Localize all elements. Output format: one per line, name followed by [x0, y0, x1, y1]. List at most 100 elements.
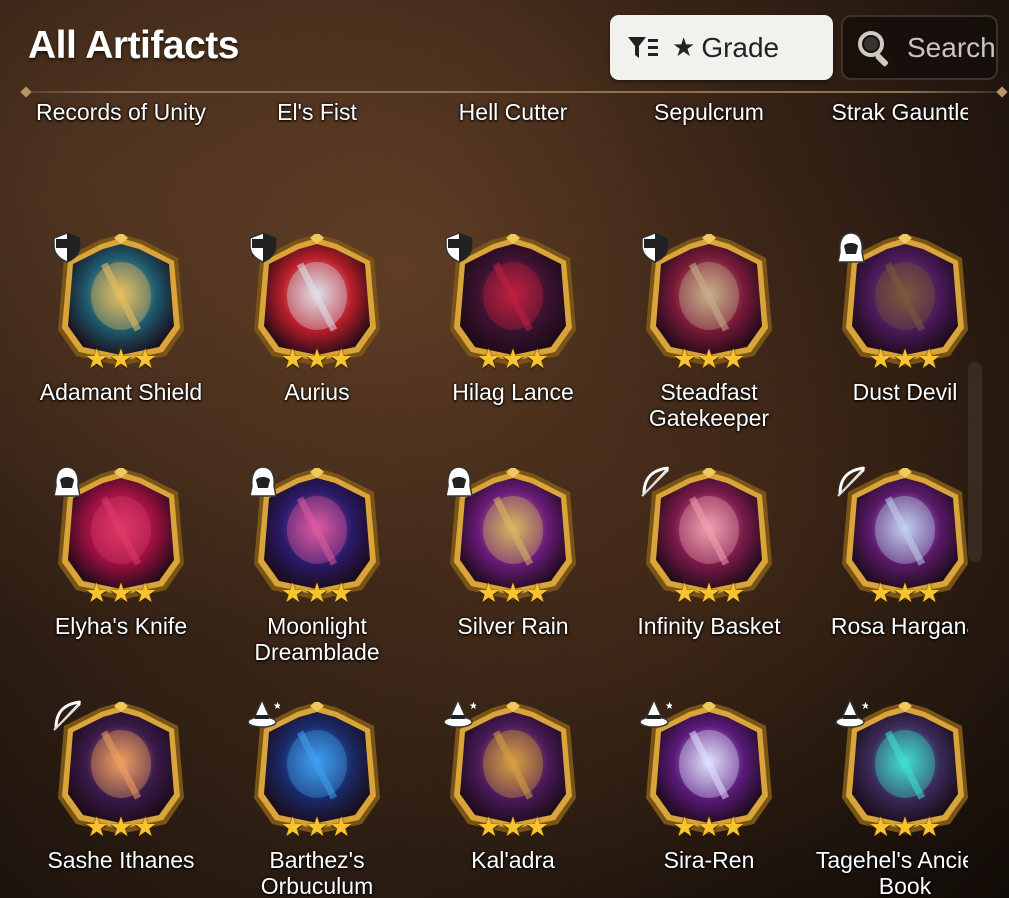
artifact-card[interactable]: ★★★El's Fist — [219, 94, 415, 164]
hooded-thief-class-icon — [246, 464, 280, 498]
artifact-card[interactable]: ★ ★ ★ Dust Devil — [807, 232, 968, 444]
magnifier-icon — [858, 30, 889, 66]
artifact-portrait: ★ ★ ★ — [53, 700, 186, 842]
artifact-card[interactable]: ★ ★ ★ Aurius — [219, 232, 415, 444]
artifact-name: Records of Unity — [35, 99, 206, 125]
artifact-name: Sepulcrum — [654, 99, 764, 125]
star-icon: ★ — [133, 578, 158, 608]
star-icon: ★ — [108, 812, 134, 842]
artifact-name: Dust Devil — [852, 379, 958, 405]
star-icon: ★ — [280, 578, 305, 608]
shield-class-icon — [246, 230, 280, 264]
artifact-name: El's Fist — [277, 99, 357, 125]
star-rating: ★ ★ ★ — [669, 578, 749, 608]
artifact-card[interactable]: ★ ★ ★ ★ Sira-Ren — [611, 698, 807, 898]
star-icon: ★ — [868, 812, 893, 842]
artifact-name: Strak Gauntlet — [831, 99, 968, 125]
artifact-portrait: ★ ★ ★ — [53, 466, 186, 608]
sort-grade-label: Grade — [701, 31, 780, 63]
artifact-name: Hilag Lance — [452, 379, 574, 405]
hooded-thief-class-icon — [834, 230, 868, 264]
svg-text:★: ★ — [273, 701, 280, 712]
star-icon: ★ — [329, 812, 354, 842]
star-icon: ★ — [892, 344, 918, 374]
artifact-portrait: ★ ★ ★ — [837, 466, 968, 608]
artifact-name: Sira-Ren — [663, 847, 755, 873]
star-icon: ★ — [696, 578, 722, 608]
artifact-card[interactable]: ★★★Strak Gauntlet — [807, 94, 968, 164]
artifact-portrait: ★ ★ ★ — [641, 232, 774, 374]
artifact-card[interactable]: ★ ★ ★ ★ Barthez's Orbuculum — [219, 698, 415, 898]
artifact-card[interactable]: ★ ★ ★ Silver Rain — [415, 466, 611, 678]
artifact-card[interactable]: ★ ★ ★ Sashe Ithanes — [23, 700, 219, 898]
artifact-portrait: ★ ★ ★ — [837, 232, 968, 374]
svg-text:★: ★ — [861, 701, 868, 712]
star-rating: ★ ★ ★ — [669, 812, 749, 842]
search-label: Search — [907, 31, 996, 63]
star-icon: ★ — [672, 32, 696, 62]
wizard-hat-mage-class-icon: ★ — [442, 698, 478, 732]
artifact-name: Silver Rain — [457, 613, 569, 639]
artifact-name: Adamant Shield — [39, 379, 203, 405]
shield-class-icon — [50, 230, 84, 264]
artifact-card[interactable]: ★★★Sepulcrum — [611, 94, 807, 164]
artifact-card[interactable]: ★ ★ ★ ★ Kal'adra — [415, 698, 611, 898]
star-rating: ★ ★ ★ — [473, 578, 553, 608]
artifact-grid: ★★★Records of Unity★★★El's Fist★★★Hell C… — [0, 94, 968, 898]
star-icon: ★ — [696, 344, 722, 374]
star-icon: ★ — [476, 578, 501, 608]
artifact-name: Kal'adra — [471, 847, 555, 873]
artifact-card[interactable]: ★ ★ ★ Infinity Basket — [611, 466, 807, 678]
hooded-thief-class-icon — [442, 464, 476, 498]
star-icon: ★ — [329, 344, 354, 374]
artifact-card[interactable]: ★ ★ ★ Rosa Hargana — [807, 466, 968, 678]
artifact-portrait: ★ ★ ★ ★ — [639, 698, 774, 842]
star-rating: ★ ★ ★ — [277, 344, 357, 374]
artifact-card[interactable]: ★ ★ ★ Steadfast Gatekeeper — [611, 232, 807, 444]
star-icon: ★ — [280, 344, 305, 374]
star-icon: ★ — [917, 578, 942, 608]
artifact-card[interactable]: ★ ★ ★ Hilag Lance — [415, 232, 611, 444]
star-icon: ★ — [672, 578, 697, 608]
artifact-name: Aurius — [284, 379, 350, 405]
star-icon: ★ — [721, 578, 746, 608]
star-rating: ★ ★ ★ — [277, 812, 357, 842]
artifact-portrait: ★ ★ ★ ★ — [247, 698, 382, 842]
star-icon: ★ — [917, 344, 942, 374]
hooded-thief-class-icon — [50, 464, 84, 498]
star-icon: ★ — [84, 578, 109, 608]
artifact-name: Tagehel's Ancient Book — [815, 847, 968, 898]
star-icon: ★ — [868, 578, 893, 608]
star-icon: ★ — [892, 812, 918, 842]
star-icon: ★ — [525, 578, 550, 608]
filter-sort-icon — [628, 36, 658, 58]
star-icon: ★ — [476, 812, 501, 842]
artifact-card[interactable]: ★★★★Tagehel's Ancient Book — [807, 698, 968, 898]
artifact-card[interactable]: ★ ★ ★ Elyha's Knife — [23, 466, 219, 678]
artifact-card[interactable]: ★ ★ ★ Moonlight Dreamblade — [219, 466, 415, 678]
star-rating: ★ ★ ★ — [81, 812, 161, 842]
star-rating: ★ ★ ★ — [473, 344, 553, 374]
artifact-card[interactable]: ★ ★ ★ Adamant Shield — [23, 232, 219, 444]
star-icon: ★ — [525, 344, 550, 374]
artifact-portrait: ★ ★ ★ — [249, 232, 382, 374]
bow-ranger-class-icon — [638, 464, 672, 498]
artifact-portrait: ★ ★ ★ — [641, 466, 774, 608]
star-icon: ★ — [304, 344, 330, 374]
star-rating: ★ ★ ★ — [81, 344, 161, 374]
sort-grade-button[interactable]: ★ Grade — [610, 15, 833, 80]
artifact-card[interactable]: ★★★Records of Unity — [23, 94, 219, 164]
star-icon: ★ — [525, 812, 550, 842]
star-rating: ★ ★ ★ — [669, 344, 749, 374]
star-icon: ★ — [696, 812, 722, 842]
star-icon: ★ — [721, 812, 746, 842]
artifact-card[interactable]: ★★★Hell Cutter — [415, 94, 611, 164]
bow-ranger-class-icon — [50, 698, 84, 732]
star-rating: ★ ★ ★ — [473, 812, 553, 842]
artifact-name: Steadfast Gatekeeper — [648, 379, 770, 431]
scrollbar[interactable] — [968, 362, 982, 562]
star-rating: ★ ★ ★ — [277, 578, 357, 608]
star-icon: ★ — [108, 344, 134, 374]
search-button[interactable]: Search — [841, 15, 998, 80]
star-rating: ★ ★ ★ — [81, 578, 161, 608]
